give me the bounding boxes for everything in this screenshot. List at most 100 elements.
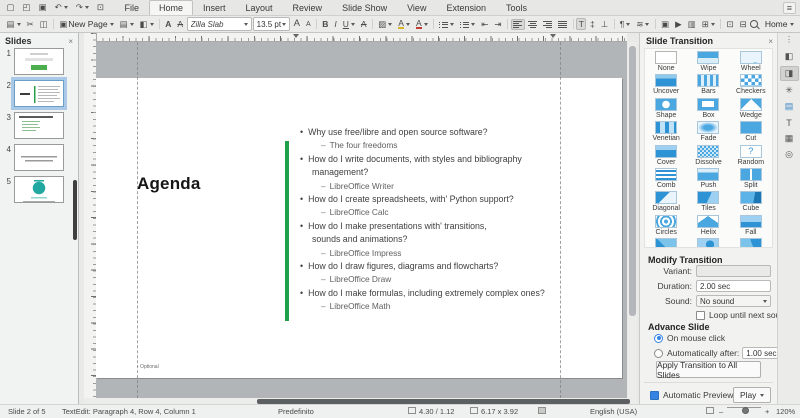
transition-wedge[interactable]: Wedge [730, 96, 772, 119]
ribbon-tab[interactable]: Layout [236, 0, 283, 15]
bullet-line[interactable]: How do I make presentations with' transi… [300, 220, 590, 233]
bullet-line[interactable]: LibreOffice Calc [300, 206, 590, 219]
properties-deck-icon[interactable]: ◧ [781, 50, 798, 63]
transition-comb[interactable]: Comb [645, 166, 687, 189]
shrink-font-icon[interactable]: A [303, 19, 313, 30]
left-indent-marker[interactable] [293, 34, 299, 38]
zoom-in-control[interactable]: + [765, 407, 769, 416]
slides-panel-scrollbar[interactable] [73, 180, 77, 240]
line-spacing-icon[interactable]: ≋ [634, 18, 652, 31]
undo-icon[interactable]: ↶ [52, 1, 70, 14]
new-page-icon[interactable]: ▣ New Page [57, 18, 116, 31]
copy-icon[interactable]: ◫ [37, 18, 50, 31]
slide-thumbnail-4[interactable]: 4 [2, 144, 78, 171]
cut-icon[interactable]: ✂ [24, 18, 36, 31]
transition-extra3[interactable] [730, 236, 772, 248]
transition-split[interactable]: Split [730, 166, 772, 189]
align-justify-icon[interactable] [556, 19, 570, 30]
transition-bars[interactable]: Bars [687, 72, 729, 95]
slide-thumbnail-image[interactable] [14, 80, 64, 107]
print-preview-icon[interactable]: ⊡ [94, 1, 106, 14]
slide-thumbnail-image[interactable] [14, 144, 64, 171]
play-button[interactable]: Play [733, 387, 771, 403]
slide-text-box[interactable]: Why use free/libre and open source softw… [300, 126, 590, 314]
transition-checkers[interactable]: Checkers [730, 72, 772, 95]
transition-cube[interactable]: Cube [730, 189, 772, 212]
unordered-list-icon[interactable] [437, 19, 457, 30]
open-document-icon[interactable]: ◰ [20, 1, 33, 14]
bullet-line[interactable]: LibreOffice Impress [300, 247, 590, 260]
font-name-combo[interactable]: Zilla Slab [187, 17, 252, 31]
ribbon-tab[interactable]: Tools [496, 0, 537, 15]
font-color-icon[interactable]: A [396, 17, 413, 32]
italic-icon[interactable]: I [332, 18, 339, 31]
save-icon[interactable]: ▣ [36, 1, 49, 14]
snap-to-grid-icon[interactable]: ⊟ [737, 18, 749, 31]
transition-diagonal[interactable]: Diagonal [645, 189, 687, 212]
green-accent-bar[interactable] [285, 141, 289, 321]
slide-transition-deck-icon[interactable]: ◨ [780, 66, 799, 81]
zoom-slider-thumb[interactable] [742, 407, 749, 414]
new-document-icon[interactable]: ▢ [4, 1, 17, 14]
menubar-toggle-icon[interactable]: ≡ [783, 2, 796, 14]
strikethrough-icon[interactable]: A [358, 18, 369, 31]
transition-venetian[interactable]: Venetian [645, 119, 687, 142]
automatically-after-radio[interactable] [654, 349, 663, 358]
slide-thumbnail-1[interactable]: 1 [2, 48, 78, 75]
transition-helix[interactable]: Helix [687, 213, 729, 236]
slide-thumbnail-image[interactable] [14, 112, 64, 139]
language-status[interactable]: English (USA) [590, 407, 637, 416]
ribbon-tab[interactable]: Slide Show [332, 0, 397, 15]
slide-footnote[interactable]: - Optional [137, 364, 159, 370]
transition-fall[interactable]: Fall [730, 213, 772, 236]
bullet-line[interactable]: How do I draw figures, diagrams and flow… [300, 260, 590, 273]
bullet-line[interactable]: LibreOffice Writer [300, 180, 590, 193]
grow-font-icon[interactable]: A [291, 17, 302, 31]
close-icon[interactable]: × [768, 37, 773, 46]
horizontal-ruler[interactable] [96, 33, 627, 42]
increase-indent-icon[interactable]: ⇥ [492, 18, 504, 31]
vertical-scrollbar-thumb[interactable] [629, 46, 636, 316]
bullet-line[interactable]: How do I make formulas, including extrem… [300, 287, 590, 300]
transition-wipe[interactable]: Wipe [687, 49, 729, 72]
bullet-line[interactable]: How do I write documents, with styles an… [300, 153, 590, 166]
right-indent-marker[interactable] [550, 34, 556, 38]
view-selector[interactable]: Home [762, 18, 796, 31]
ribbon-tab[interactable]: Review [283, 0, 333, 15]
zoom-level[interactable]: 120% [776, 407, 795, 416]
variant-dropdown[interactable] [696, 265, 771, 277]
center-vertically-icon[interactable]: ‡ [587, 18, 597, 31]
transition-fade[interactable]: Fade [687, 119, 729, 142]
insert-table-icon[interactable]: ⊞ [699, 18, 717, 31]
duplicate-page-icon[interactable]: ▤ [117, 18, 136, 31]
slide-thumbnail-image[interactable] [14, 176, 64, 203]
change-layout-icon[interactable]: ◧ [137, 18, 156, 31]
character-highlight-icon[interactable]: A [413, 17, 430, 32]
zoom-out-control[interactable]: – [719, 407, 723, 416]
slide-title[interactable]: Agenda [137, 174, 201, 194]
display-grid-icon[interactable]: ⊡ [724, 18, 736, 31]
bullet-line[interactable]: LibreOffice Math [300, 300, 590, 313]
bullet-line[interactable]: LibreOffice Draw [300, 273, 590, 286]
ribbon-tab[interactable]: Extension [436, 0, 496, 15]
canvas[interactable]: Agenda Why use free/libre and open sourc… [96, 42, 627, 398]
automatic-preview-checkbox[interactable] [650, 391, 659, 400]
bullet-line[interactable]: Why use free/libre and open source softw… [300, 126, 590, 139]
slide-page[interactable]: Agenda Why use free/libre and open sourc… [96, 78, 622, 378]
gallery-deck-icon[interactable]: ▦ [781, 132, 798, 145]
sidebar-settings-icon[interactable]: ⋮ [785, 35, 793, 44]
transition-circles[interactable]: Circles [645, 213, 687, 236]
transition-wheel[interactable]: Wheel [730, 49, 772, 72]
snap-guide-line[interactable] [560, 42, 561, 398]
slide-thumbnail-5[interactable]: 5 [2, 176, 78, 203]
transition-random[interactable]: Random [730, 143, 772, 166]
align-center-icon[interactable] [526, 19, 540, 30]
close-icon[interactable]: × [68, 37, 73, 46]
highlighting-color-icon[interactable]: ▨ [376, 18, 395, 31]
ordered-list-icon[interactable] [458, 19, 478, 30]
transition-box[interactable]: Box [687, 96, 729, 119]
styles-deck-icon[interactable]: T [781, 116, 798, 129]
transition-push[interactable]: Push [687, 166, 729, 189]
ribbon-tab[interactable]: Insert [193, 0, 236, 15]
transition-dissolve[interactable]: Dissolve [687, 143, 729, 166]
